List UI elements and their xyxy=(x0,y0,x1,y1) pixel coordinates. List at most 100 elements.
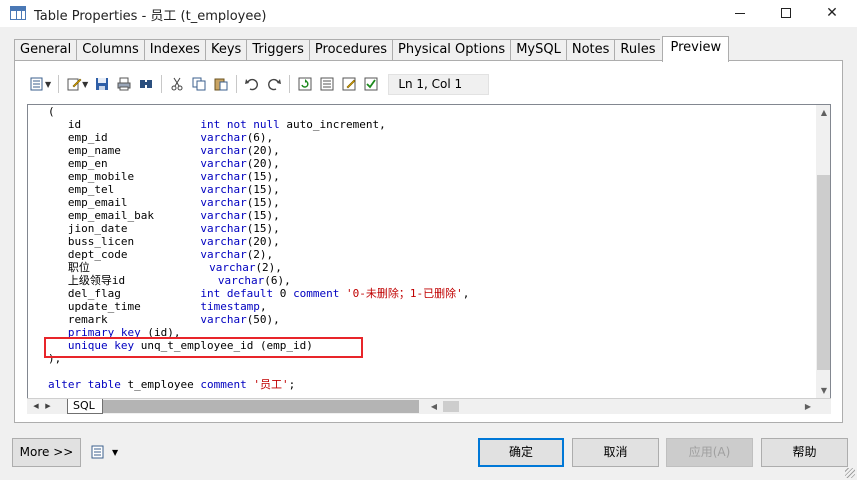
maximize-button[interactable] xyxy=(763,0,809,28)
code-keyword: varchar xyxy=(200,209,247,222)
print-icon[interactable] xyxy=(113,73,135,95)
ok-button[interactable]: 确定 xyxy=(478,438,564,467)
tab-rules[interactable]: Rules xyxy=(614,39,661,61)
tab-mysql[interactable]: MySQL xyxy=(510,39,566,61)
help-button[interactable]: 帮助 xyxy=(761,438,848,467)
code-text: emp_en xyxy=(48,157,201,170)
sheet-area xyxy=(103,400,419,413)
code-text: dept_code xyxy=(48,248,201,261)
vertical-scrollbar[interactable]: ▲ ▼ xyxy=(816,105,830,398)
code-keyword: int not null xyxy=(200,118,280,131)
code-text: 上级领导id xyxy=(48,274,218,287)
minimize-button[interactable] xyxy=(717,0,763,28)
apply-button[interactable]: 应用(A) xyxy=(666,438,753,467)
code-text: t_employee xyxy=(120,378,201,391)
toolbar-separator xyxy=(58,75,60,93)
code-text: (15), xyxy=(246,222,280,235)
highlight-box xyxy=(44,337,363,358)
save-icon[interactable] xyxy=(91,73,113,95)
code-line: emp_en varchar(20), xyxy=(48,157,469,170)
chevron-down-icon: ▼ xyxy=(112,447,119,457)
horizontal-scroll-thumb[interactable] xyxy=(443,401,459,412)
code-line: emp_name varchar(20), xyxy=(48,144,469,157)
sheet-bar: ◀ ▶ SQL ◀ ▶ xyxy=(27,398,831,414)
sheet-tab-sql[interactable]: SQL xyxy=(67,399,103,414)
format-dropdown[interactable]: ▼ xyxy=(90,444,118,460)
code-text: emp_name xyxy=(48,144,201,157)
window-title: Table Properties - 员工 (t_employee) xyxy=(34,9,267,24)
toolbar-separator xyxy=(161,75,163,93)
scroll-up-icon[interactable]: ▲ xyxy=(816,105,830,121)
code-text: (20), xyxy=(246,144,280,157)
close-icon: ✕ xyxy=(826,5,838,21)
more-button[interactable]: More >> xyxy=(12,438,81,467)
tab-preview[interactable]: Preview xyxy=(662,36,730,62)
code-line: update_time timestamp, xyxy=(48,300,469,313)
list-icon[interactable] xyxy=(316,73,338,95)
code-keyword: varchar xyxy=(200,144,247,157)
code-keyword: varchar xyxy=(200,157,247,170)
scroll-right-icon[interactable]: ▶ xyxy=(801,400,815,413)
tab-indexes[interactable]: Indexes xyxy=(143,39,205,61)
paste-icon[interactable] xyxy=(210,73,232,95)
code-text: remark xyxy=(48,313,201,326)
code-text: auto_increment, xyxy=(279,118,386,131)
tab-general[interactable]: General xyxy=(14,39,77,61)
tab-physical-options[interactable]: Physical Options xyxy=(392,39,511,61)
refresh-icon[interactable] xyxy=(294,73,316,95)
tab-keys[interactable]: Keys xyxy=(204,39,247,61)
first-sheet-icon[interactable]: ◀ xyxy=(31,400,41,413)
maximize-icon xyxy=(781,8,791,18)
chevron-down-icon[interactable]: ▼ xyxy=(45,80,51,89)
copy-icon[interactable] xyxy=(188,73,210,95)
cancel-button[interactable]: 取消 xyxy=(572,438,659,467)
resize-grip-icon[interactable] xyxy=(845,468,855,478)
code-text: (6), xyxy=(246,131,274,144)
code-text: (2), xyxy=(246,248,274,261)
redo-icon[interactable] xyxy=(263,73,285,95)
scroll-left-icon[interactable]: ◀ xyxy=(427,400,441,413)
tab-procedures[interactable]: Procedures xyxy=(308,39,393,61)
tab-columns[interactable]: Columns xyxy=(76,39,144,61)
tab-notes[interactable]: Notes xyxy=(565,39,615,61)
code-line: alter table t_employee comment '员工'; xyxy=(48,378,469,391)
code-keyword: alter table xyxy=(48,378,121,391)
code-text: , xyxy=(259,300,267,313)
code-text: 职位 xyxy=(48,261,210,274)
code-text: emp_mobile xyxy=(48,170,201,183)
code-line: remark varchar(50), xyxy=(48,313,469,326)
code-keyword: varchar xyxy=(200,170,247,183)
code-string: '员工' xyxy=(253,378,289,391)
code-line: id int not null auto_increment, xyxy=(48,118,469,131)
code-text: emp_email xyxy=(48,196,201,209)
chevron-down-icon[interactable]: ▼ xyxy=(82,80,88,89)
code-keyword: varchar xyxy=(200,183,247,196)
minimize-icon xyxy=(735,12,745,14)
code-text: emp_tel xyxy=(48,183,201,196)
code-string: '0-未删除；1-已删除' xyxy=(346,287,463,300)
tab-triggers[interactable]: Triggers xyxy=(246,39,309,61)
close-button[interactable]: ✕ xyxy=(809,0,855,28)
check-icon[interactable] xyxy=(360,73,382,95)
code-text: (2), xyxy=(255,261,282,274)
code-line: 上级领导id varchar(6), xyxy=(48,274,469,287)
tab-strip: General Columns Indexes Keys Triggers Procedu… xyxy=(14,36,730,62)
code-text: ( xyxy=(48,105,55,118)
undo-icon[interactable] xyxy=(241,73,263,95)
scroll-thumb[interactable] xyxy=(817,175,830,370)
code-text: id xyxy=(48,118,201,131)
code-keyword: varchar xyxy=(200,131,247,144)
title-bar: Table Properties - 员工 (t_employee) ✕ xyxy=(0,0,857,28)
code-keyword: varchar xyxy=(200,235,247,248)
code-text: (15), xyxy=(246,170,280,183)
edit-properties-icon[interactable] xyxy=(338,73,360,95)
scroll-down-icon[interactable]: ▼ xyxy=(816,383,830,398)
code-line: emp_email varchar(15), xyxy=(48,196,469,209)
preview-toolbar: ▼ ▼ Ln 1, Col 1 xyxy=(26,72,490,96)
table-icon xyxy=(10,6,26,20)
code-line: ( xyxy=(48,105,469,118)
cut-icon[interactable] xyxy=(166,73,188,95)
find-icon[interactable] xyxy=(135,73,157,95)
last-sheet-icon[interactable]: ▶ xyxy=(43,400,53,413)
code-text: emp_email_bak xyxy=(48,209,201,222)
